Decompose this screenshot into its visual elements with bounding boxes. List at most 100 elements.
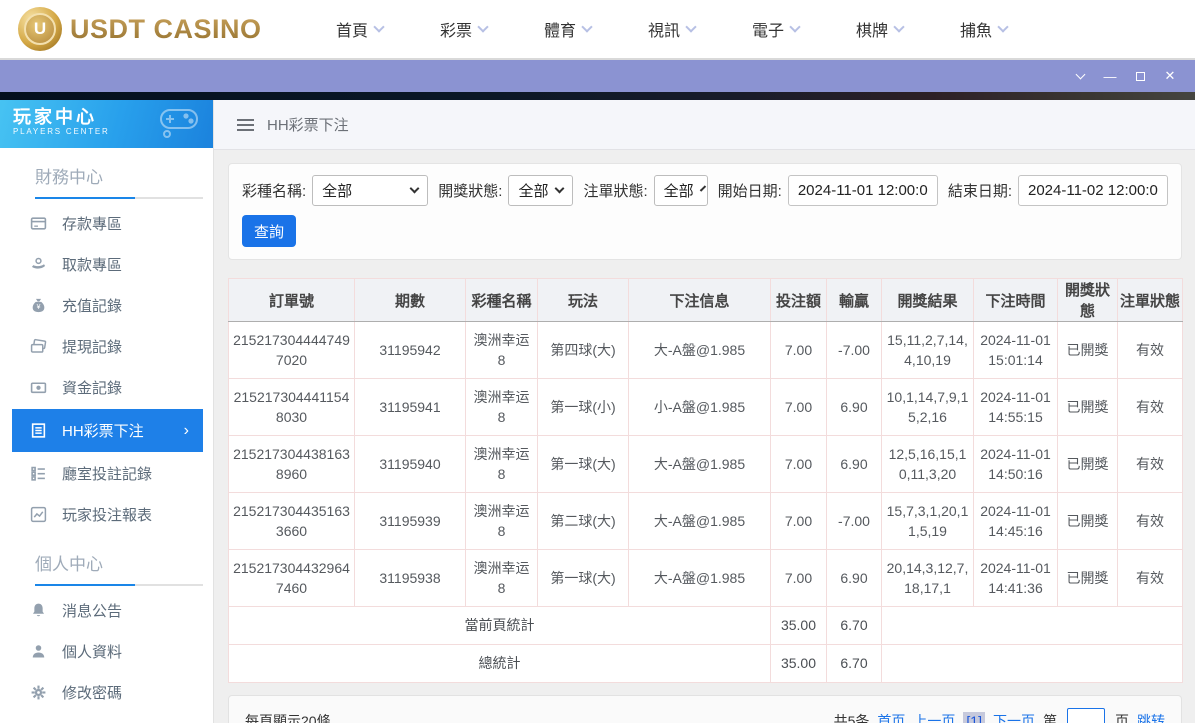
funds-record-icon — [30, 379, 47, 396]
sidebar-item-lottery-bet[interactable]: HH彩票下注 › — [12, 409, 203, 452]
table-cell: 已開獎 — [1057, 321, 1118, 379]
summary-bet-total: 35.00 — [770, 606, 827, 645]
table-cell: 2152173044351633660 — [228, 492, 355, 550]
table-cell: 2152173044411548030 — [228, 378, 355, 436]
summary-bet-total: 35.00 — [770, 644, 827, 683]
sidebar-header: 玩家中心 PLAYERS CENTER — [0, 100, 213, 148]
sidebar-section-label: 代理中心 — [0, 713, 213, 723]
top-nav-item-label: 視訊 — [648, 23, 681, 40]
sidebar-item-room-bet-record[interactable]: 廳室投註記錄 — [0, 453, 213, 494]
table-cell: 大-A盤@1.985 — [628, 435, 771, 493]
table-cell: 有效 — [1117, 321, 1183, 379]
sidebar-section-underline — [35, 584, 203, 586]
first-page-link[interactable]: 首页 — [877, 711, 905, 723]
table-header-cell: 開獎狀態 — [1057, 278, 1118, 322]
draw-status-label: 開獎狀態: — [438, 183, 503, 200]
sidebar-menu-list: 存款專區 取款專區 ¥ 充值記錄 提現記錄 資金記錄 HH彩票下注 › 廳室投註記錄 玩家投注報表 — [0, 199, 213, 535]
chevron-down-icon — [477, 20, 489, 33]
sidebar-sections: 財務中心存款專區 取款專區 ¥ 充值記錄 提現記錄 資金記錄 HH彩票下注 › 廳室投註記錄 玩家… — [0, 148, 213, 723]
sidebar-item-profile[interactable]: 個人資料 — [0, 631, 213, 672]
jump-button[interactable]: 跳转 — [1137, 711, 1165, 723]
table-row: 2152173044411548030 31195941 澳洲幸运8 第一球(小) 小-… — [228, 378, 1183, 436]
table-header-cell: 期數 — [354, 278, 466, 322]
sidebar-item-deposit[interactable]: 存款專區 — [0, 203, 213, 244]
top-nav-item[interactable]: 棋牌 — [828, 17, 932, 41]
order-status-value: 全部 — [663, 183, 694, 200]
lottery-name-select[interactable]: 全部 — [312, 175, 429, 206]
sidebar-item-password[interactable]: 修改密碼 — [0, 672, 213, 713]
chevron-down-icon — [893, 20, 905, 33]
table-cell: 15,7,3,1,20,11,5,19 — [881, 492, 974, 550]
top-nav-item[interactable]: 體育 — [516, 17, 620, 41]
table-cell: 有效 — [1117, 435, 1183, 493]
recharge-record-icon: ¥ — [30, 297, 47, 314]
top-nav-item[interactable]: 捕魚 — [932, 17, 1036, 41]
sidebar-item-withdraw[interactable]: 取款專區 — [0, 244, 213, 285]
hamburger-menu-icon[interactable] — [237, 118, 254, 131]
password-icon — [30, 684, 47, 701]
content-area: HH彩票下注 彩種名稱: 全部 開獎狀態: 全部 注單狀態: 全部 開始日期: … — [214, 100, 1195, 723]
sidebar-section-label: 財務中心 — [35, 168, 103, 187]
prev-page-link[interactable]: 上一页 — [913, 711, 955, 723]
close-icon[interactable]: ✕ — [1155, 60, 1185, 92]
search-button[interactable]: 查詢 — [242, 215, 297, 247]
chevron-down-icon — [581, 20, 593, 33]
table-cell: 2024-11-01 14:45:16 — [973, 492, 1058, 550]
next-page-link[interactable]: 下一页 — [993, 711, 1035, 723]
sidebar-item-label: 修改密碼 — [62, 685, 123, 702]
table-cell: 澳洲幸运8 — [465, 492, 538, 550]
top-nav-item[interactable]: 電子 — [724, 17, 828, 41]
table-row: 2152173044447497020 31195942 澳洲幸运8 第四球(大) 大-… — [228, 321, 1183, 379]
work-area: 彩種名稱: 全部 開獎狀態: 全部 注單狀態: 全部 開始日期: 2024-11… — [214, 150, 1195, 723]
pagination-bar: 每頁顯示20條 共5条 首页 上一页 [1] 下一页 第 页 跳转 — [228, 695, 1182, 723]
table-cell: 2024-11-01 14:41:36 — [973, 549, 1058, 607]
chevron-down-icon[interactable] — [1065, 60, 1095, 92]
withdrawal-record-icon — [30, 338, 47, 355]
table-cell: 31195939 — [354, 492, 466, 550]
table-cell: 6.90 — [826, 435, 882, 493]
table-header-row: 訂單號 期數 彩種名稱 玩法 下注信息 投注額 輸贏 開獎結果 下注時間 開獎狀態 注單狀態 — [228, 278, 1183, 322]
announcement-icon — [30, 602, 47, 619]
table-cell: -7.00 — [826, 492, 882, 550]
chevron-down-icon — [997, 20, 1009, 33]
start-date-input[interactable] — [787, 175, 938, 206]
minimize-icon[interactable]: — — [1095, 60, 1125, 92]
end-date-input[interactable] — [1018, 175, 1168, 206]
table-cell: 澳洲幸运8 — [465, 549, 538, 607]
table-cell: 2152173044447497020 — [228, 321, 355, 379]
brand-logo[interactable]: U USDT CASINO — [18, 7, 262, 51]
table-cell: 15,11,2,7,14,4,10,19 — [881, 321, 974, 379]
draw-status-select[interactable]: 全部 — [508, 175, 574, 206]
table-cell: 31195938 — [354, 549, 466, 607]
table-cell: 31195940 — [354, 435, 466, 493]
page-size-text: 每頁顯示20條 — [245, 713, 331, 723]
page-title: HH彩票下注 — [267, 117, 349, 134]
top-nav-item-label: 彩票 — [440, 23, 473, 40]
top-nav-item[interactable]: 首頁 — [308, 17, 412, 41]
maximize-icon[interactable] — [1125, 60, 1155, 92]
table-cell: 澳洲幸运8 — [465, 321, 538, 379]
top-nav-item[interactable]: 彩票 — [412, 17, 516, 41]
sidebar-item-announcement[interactable]: 消息公告 — [0, 590, 213, 631]
sidebar-item-funds-record[interactable]: 資金記錄 — [0, 367, 213, 408]
sidebar-item-player-report[interactable]: 玩家投注報表 — [0, 494, 213, 535]
table-cell: 第四球(大) — [537, 321, 629, 379]
sidebar-item-withdrawal-record[interactable]: 提現記錄 — [0, 326, 213, 367]
summary-empty-cell — [881, 606, 1183, 645]
window-title-bar: — ✕ — [0, 60, 1195, 92]
sidebar-item-recharge-record[interactable]: ¥ 充值記錄 — [0, 285, 213, 326]
table-cell: 第一球(大) — [537, 435, 629, 493]
sidebar-item-label: HH彩票下注 — [62, 423, 144, 440]
start-date-label: 開始日期: — [717, 183, 782, 200]
table-cell: 有效 — [1117, 492, 1183, 550]
top-nav-item[interactable]: 視訊 — [620, 17, 724, 41]
sidebar-section-underline — [35, 197, 203, 199]
current-page-indicator[interactable]: [1] — [963, 712, 985, 723]
page-jump-input[interactable] — [1067, 708, 1105, 723]
table-header-cell: 彩種名稱 — [465, 278, 538, 322]
table-cell: 7.00 — [770, 492, 827, 550]
table-row: 2152173044351633660 31195939 澳洲幸运8 第二球(大) 大-… — [228, 492, 1183, 550]
gamepad-icon — [160, 109, 198, 138]
table-cell: 6.90 — [826, 549, 882, 607]
order-status-select[interactable]: 全部 — [653, 175, 708, 206]
